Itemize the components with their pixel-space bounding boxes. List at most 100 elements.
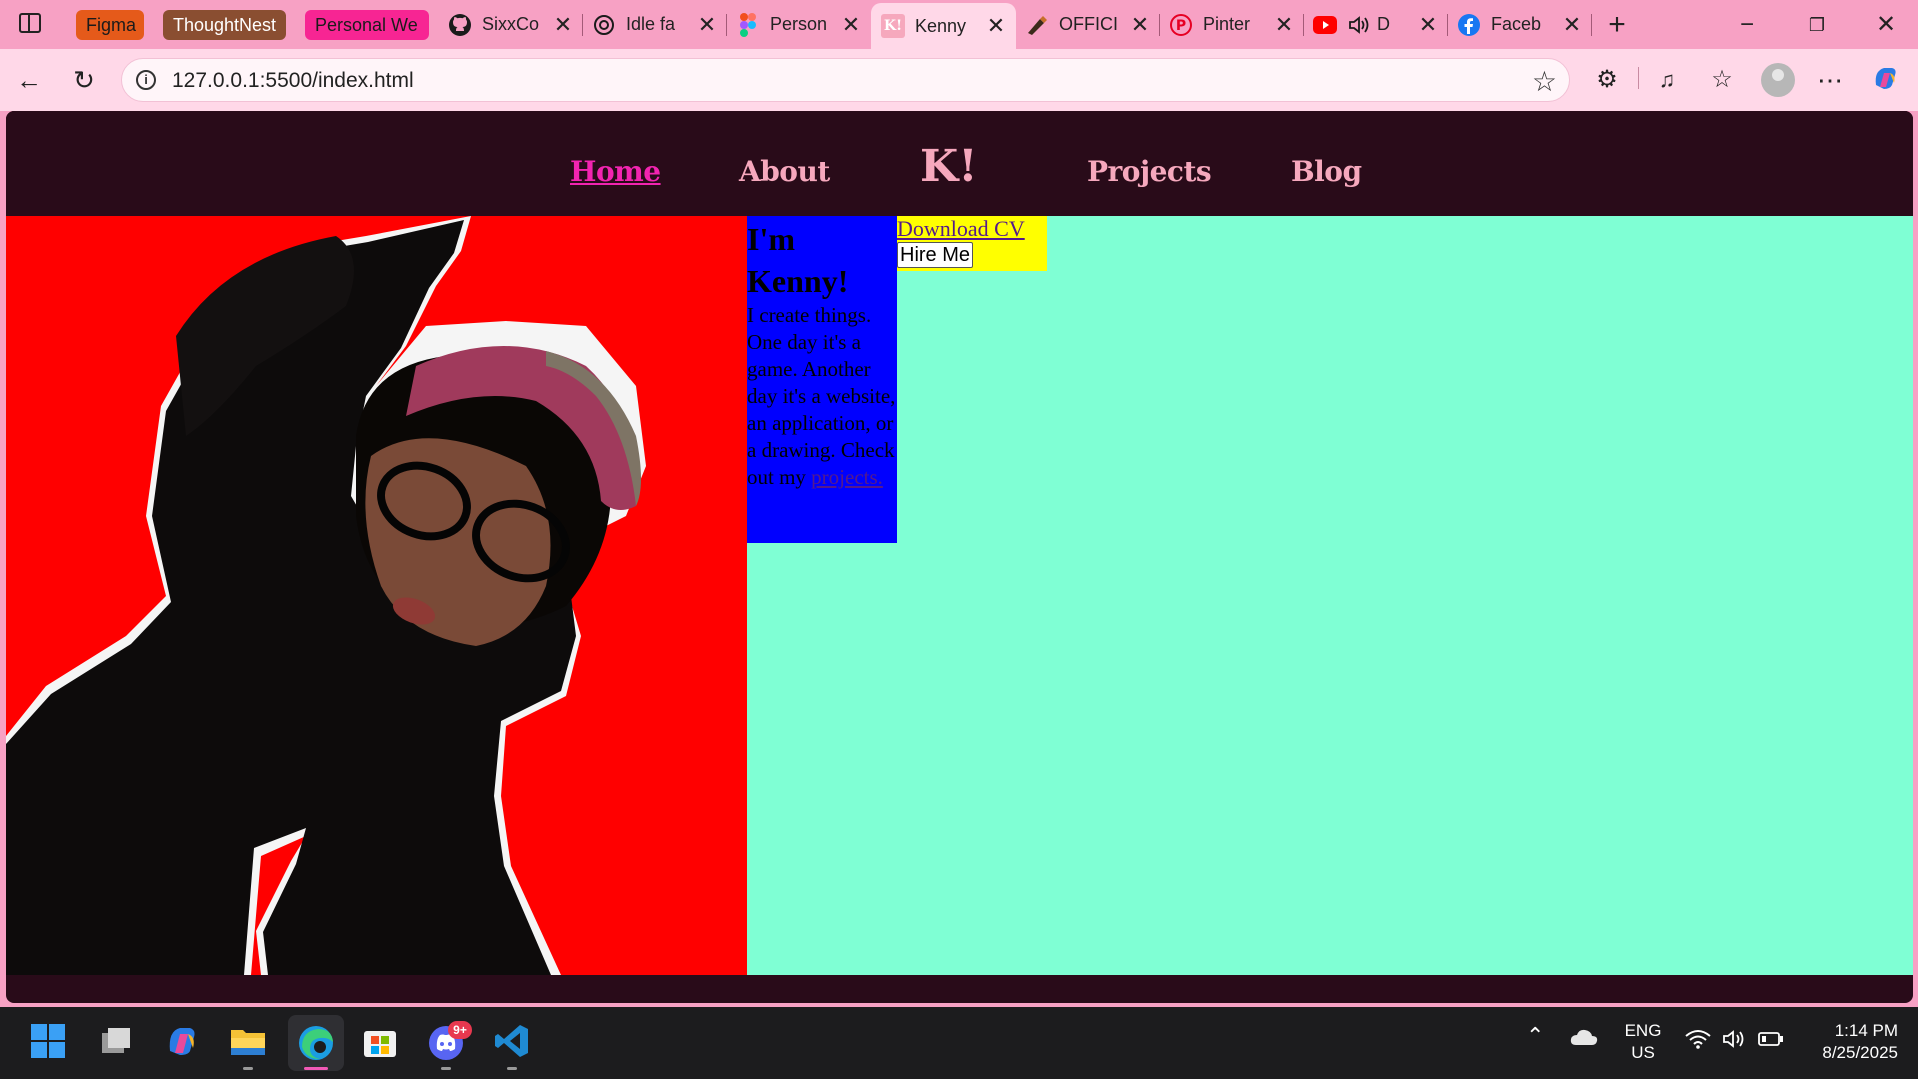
tab-title: Pinter [1203,14,1251,34]
close-tab-icon[interactable]: ✕ [553,12,573,38]
nav-blog-link[interactable]: Blog [1291,155,1362,188]
tab-separator [582,14,583,36]
notification-badge: 9+ [448,1021,472,1039]
clock-time: 1:14 PM [1834,1021,1898,1040]
clock-date: 8/25/2025 [1822,1043,1898,1062]
battery-icon[interactable] [1758,1031,1784,1053]
language-code: ENG [1624,1021,1662,1040]
toolbar-separator [1638,67,1639,89]
tab-idle-fa[interactable]: Idle fa ✕ [592,0,717,49]
clock[interactable]: 1:14 PM 8/25/2025 [1798,1020,1898,1064]
favorites-icon[interactable]: ☆ [1705,63,1739,97]
github-icon [448,13,472,37]
openai-icon [592,13,616,37]
tab-title: Faceb [1491,14,1542,34]
browser-toolbar: ← ↻ i 127.0.0.1:5500/index.html ☆ ⚙ ♫ ☆ … [0,49,1918,111]
svg-text:P: P [1176,18,1186,34]
tab-title: OFFICI [1059,14,1118,34]
hero-text: I create things. One day it's a game. An… [747,303,896,489]
minimize-icon[interactable]: − [1730,8,1764,42]
tab-pinterest[interactable]: P Pinter ✕ [1169,0,1294,49]
onedrive-icon[interactable] [1570,1027,1598,1053]
tab-group-thoughtnest[interactable]: ThoughtNest [163,10,286,40]
site-info-icon[interactable]: i [136,70,156,90]
browser-tab-strip: Figma ThoughtNest Personal We SixxCo ✕ I… [0,0,1918,49]
tab-offici[interactable]: OFFICI ✕ [1025,0,1150,49]
tab-actions-icon[interactable] [19,13,41,33]
close-tab-icon[interactable]: ✕ [986,13,1006,39]
close-window-icon[interactable]: ✕ [1869,8,1903,42]
new-tab-icon[interactable]: + [1600,8,1634,42]
file-explorer-icon[interactable] [228,1021,268,1061]
wifi-icon[interactable] [1685,1029,1711,1055]
speaker-icon[interactable] [1347,13,1371,37]
tab-separator [1447,14,1448,36]
hero-description: I create things. One day it's a game. An… [747,302,897,491]
tab-title: Person [770,14,828,34]
site-logo[interactable]: K! [920,141,978,192]
projects-link[interactable]: projects. [811,465,883,489]
nav-projects-link[interactable]: Projects [1087,155,1212,188]
active-indicator [304,1067,328,1070]
download-cv-link[interactable]: Download CV [897,216,1047,242]
media-control-icon[interactable]: ♫ [1650,63,1684,97]
close-tab-icon[interactable]: ✕ [1274,12,1294,38]
close-tab-icon[interactable]: ✕ [841,12,861,38]
close-tab-icon[interactable]: ✕ [1562,12,1582,38]
tab-title: Kenny [915,15,967,36]
youtube-icon [1313,13,1337,37]
tab-group-personal-web[interactable]: Personal We [305,10,429,40]
hero-heading: I'm Kenny! [747,221,849,299]
pinterest-icon: P [1169,13,1193,37]
extensions-icon[interactable]: ⚙ [1590,63,1624,97]
profile-avatar[interactable] [1761,63,1795,97]
close-tab-icon[interactable]: ✕ [1418,12,1438,38]
tab-person[interactable]: Person ✕ [736,0,861,49]
page-viewport: Home About K! Projects Blog I'm Kenny! I… [6,111,1913,1003]
favorite-star-icon[interactable]: ☆ [1532,65,1557,98]
address-bar[interactable]: i 127.0.0.1:5500/index.html ☆ [121,58,1570,102]
copilot-app-icon[interactable] [162,1021,202,1061]
nav-about-link[interactable]: About [739,155,830,188]
running-indicator [441,1067,451,1070]
tab-title: D [1377,14,1390,34]
region-code: US [1631,1043,1655,1062]
vscode-icon[interactable] [492,1021,532,1061]
more-menu-icon[interactable]: ⋯ [1813,63,1847,97]
tab-kenny-active[interactable]: K! Kenny ✕ [871,3,1016,49]
close-tab-icon[interactable]: ✕ [697,12,717,38]
tab-group-label: Figma [86,15,137,35]
hero-section: I'm Kenny! I create things. One day it's… [6,216,1913,975]
copilot-icon[interactable] [1868,63,1902,97]
tab-separator [726,14,727,36]
windows-start-icon[interactable] [28,1021,68,1061]
site-navbar: Home About K! Projects Blog [6,111,1913,216]
microsoft-store-icon[interactable] [360,1021,400,1061]
nav-home-link[interactable]: Home [570,155,661,188]
tab-facebook[interactable]: Faceb ✕ [1457,0,1582,49]
refresh-icon[interactable]: ↻ [67,63,101,97]
running-indicator [243,1067,253,1070]
url-text[interactable]: 127.0.0.1:5500/index.html [172,69,414,93]
tab-separator [1591,14,1592,36]
facebook-icon [1457,13,1481,37]
windows-taskbar: 9+ ⌃ ENG US 1:14 PM 8/25/2025 [0,1007,1918,1079]
tab-youtube-playing[interactable]: D ✕ [1313,0,1438,49]
kenny-site-icon: K! [881,14,905,38]
close-tab-icon[interactable]: ✕ [1130,12,1150,38]
intro-box: I'm Kenny! I create things. One day it's… [747,216,897,543]
tab-group-figma[interactable]: Figma [76,10,144,40]
tab-sixxco[interactable]: SixxCo ✕ [448,0,573,49]
show-hidden-icons[interactable]: ⌃ [1526,1025,1544,1047]
figma-icon [736,12,760,37]
back-arrow-icon[interactable]: ← [12,63,46,97]
restore-icon[interactable]: ❐ [1800,8,1834,42]
task-view-icon[interactable] [96,1021,136,1061]
volume-icon[interactable] [1722,1029,1748,1055]
tab-separator [1303,14,1304,36]
hire-me-button[interactable]: Hire Me [897,242,974,268]
language-indicator[interactable]: ENG US [1620,1020,1666,1064]
edge-app-active[interactable] [288,1015,344,1071]
pencil-logo-icon [1025,13,1049,37]
running-indicator [507,1067,517,1070]
